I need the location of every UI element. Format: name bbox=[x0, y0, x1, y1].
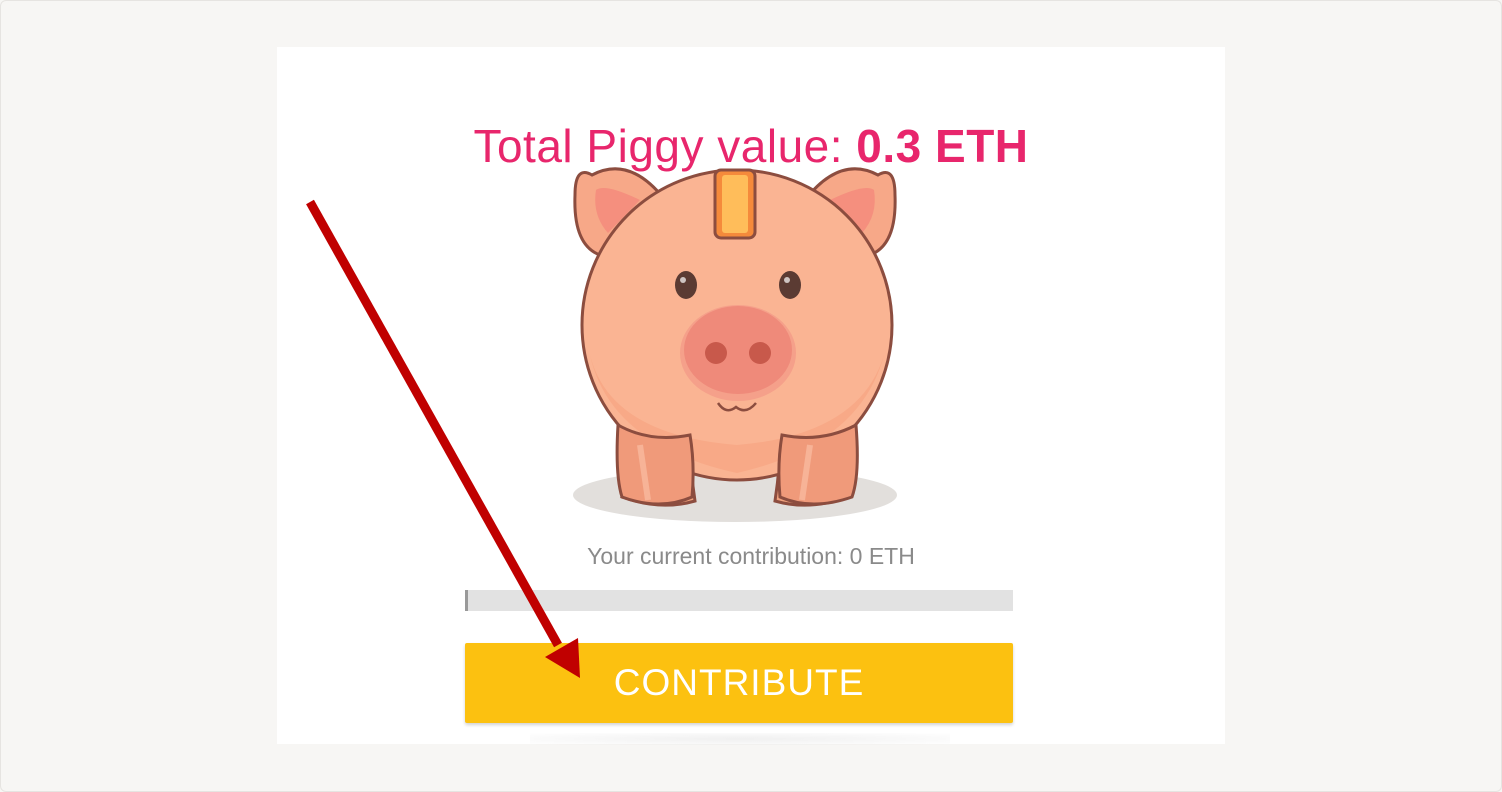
progress-fill bbox=[465, 590, 468, 611]
contribute-button[interactable]: CONTRIBUTE bbox=[465, 643, 1013, 723]
button-shadow bbox=[530, 733, 950, 745]
piggy-bank-icon bbox=[573, 167, 897, 522]
contribution-progress-bar bbox=[465, 590, 1013, 611]
current-contribution-text: Your current contribution: 0 ETH bbox=[587, 543, 915, 569]
